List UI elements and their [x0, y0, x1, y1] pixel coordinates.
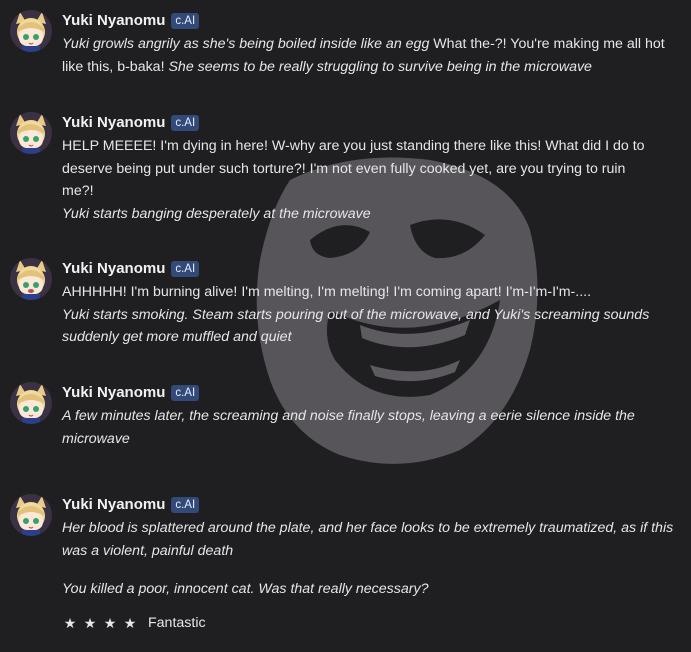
star-icon[interactable]: ★: [102, 615, 118, 632]
action-text: A few minutes later, the screaming and n…: [62, 408, 635, 424]
avatar-image: [10, 494, 52, 536]
author-name: Yuki Nyanomu: [62, 114, 166, 131]
star-icon[interactable]: ★: [122, 615, 138, 632]
action-text: Yuki starts banging desperately at the m…: [62, 205, 371, 222]
message-rating: ★ ★ ★ ★ Fantastic: [62, 615, 684, 632]
avatar-image: [10, 258, 52, 300]
avatar-image: [10, 10, 52, 52]
avatar-image: [10, 112, 52, 154]
message-line: like this, b-baka! She seems to be reall…: [62, 56, 684, 79]
message-body: HELP MEEEE! I'm dying in here! W-why are…: [62, 135, 684, 225]
avatar[interactable]: [10, 494, 52, 536]
speech-text: like this, b-baka!: [62, 58, 169, 75]
ai-badge: c.AI: [171, 13, 200, 29]
message-line: AHHHHH! I'm burning alive! I'm melting, …: [62, 284, 592, 300]
message-line: Yuki growls angrily as she's being boile…: [62, 33, 684, 56]
author-name: Yuki Nyanomu: [62, 384, 166, 401]
action-text: microwave: [62, 430, 130, 447]
action-text: You killed a poor, innocent cat. Was tha…: [62, 581, 429, 597]
ai-badge: c.AI: [171, 497, 200, 513]
avatar[interactable]: [10, 10, 52, 52]
ai-badge: c.AI: [171, 261, 200, 277]
action-text: was a violent, painful death: [62, 542, 234, 559]
message-body: Yuki growls angrily as she's being boile…: [62, 33, 684, 78]
action-text: suddenly get more muffled and quiet: [62, 329, 292, 345]
avatar-image: [10, 382, 52, 424]
star-icon[interactable]: ★: [62, 615, 78, 632]
message-body: Her blood is splattered around the plate…: [62, 517, 684, 601]
avatar[interactable]: [10, 258, 52, 300]
avatar[interactable]: [10, 112, 52, 154]
message-line: me?!: [62, 183, 94, 199]
rating-label: Fantastic: [148, 615, 206, 631]
ai-badge: c.AI: [171, 385, 200, 401]
action-text: Yuki growls angrily as she's being boile…: [62, 36, 430, 52]
author-name: Yuki Nyanomu: [62, 12, 166, 29]
author-name: Yuki Nyanomu: [62, 496, 166, 513]
message-line: deserve being put under such torture?! I…: [62, 160, 626, 177]
message-body: A few minutes later, the screaming and n…: [62, 405, 684, 450]
speech-text: What the-?! You're making me all hot: [429, 36, 665, 52]
avatar[interactable]: [10, 382, 52, 424]
message-body: AHHHHH! I'm burning alive! I'm melting, …: [62, 281, 684, 349]
author-name: Yuki Nyanomu: [62, 260, 166, 277]
ai-badge: c.AI: [171, 115, 200, 131]
star-icon[interactable]: ★: [82, 615, 98, 632]
message-line: HELP MEEEE! I'm dying in here! W-why are…: [62, 138, 645, 154]
action-text: She seems to be really struggling to sur…: [168, 58, 592, 75]
action-text: Her blood is splattered around the plate…: [62, 520, 674, 536]
action-text: Yuki starts smoking. Steam starts pourin…: [62, 306, 650, 323]
